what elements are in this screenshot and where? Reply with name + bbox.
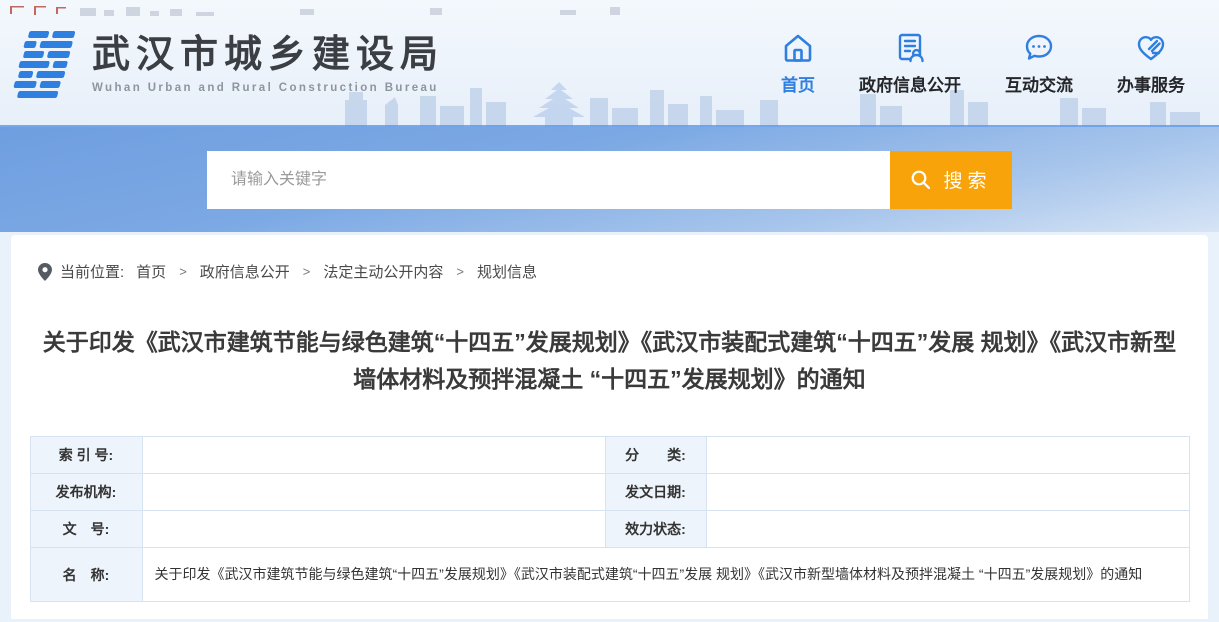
category-value bbox=[706, 437, 1189, 474]
search-input[interactable] bbox=[207, 151, 890, 209]
name-value: 关于印发《武汉市建筑节能与绿色建筑“十四五”发展规划》《武汉市装配式建筑“十四五… bbox=[142, 548, 1189, 602]
info-disclosure-icon bbox=[894, 32, 926, 64]
breadcrumb-separator: > bbox=[179, 264, 187, 279]
site-header: 武汉市城乡建设局 Wuhan Urban and Rural Construct… bbox=[0, 0, 1219, 127]
service-icon bbox=[1135, 32, 1167, 64]
name-label: 名 称: bbox=[30, 548, 142, 602]
nav-label: 政府信息公开 bbox=[859, 71, 961, 96]
validity-status-label: 效力状态: bbox=[605, 511, 706, 548]
nav-item-services[interactable]: 办事服务 bbox=[1117, 32, 1185, 96]
search-icon bbox=[910, 169, 931, 190]
validity-status-value bbox=[706, 511, 1189, 548]
document-number-label: 文 号: bbox=[30, 511, 142, 548]
nav-item-home[interactable]: 首页 bbox=[781, 32, 815, 96]
publish-date-value bbox=[706, 474, 1189, 511]
nav-item-info-disclosure[interactable]: 政府信息公开 bbox=[859, 32, 961, 96]
home-icon bbox=[782, 32, 814, 64]
document-info-table: 索 引 号: 分 类: 发布机构: 发文日期: 文 号: 效力状态: 名 称: … bbox=[30, 436, 1190, 602]
search-box: 搜索 bbox=[207, 151, 1012, 209]
nav-label: 互动交流 bbox=[1005, 71, 1073, 96]
search-button[interactable]: 搜索 bbox=[890, 151, 1012, 209]
search-button-label: 搜索 bbox=[943, 166, 991, 193]
breadcrumb: 当前位置: 首页 > 政府信息公开 > 法定主动公开内容 > 规划信息 bbox=[38, 261, 1208, 282]
category-label: 分 类: bbox=[605, 437, 706, 474]
document-number-value bbox=[142, 511, 605, 548]
breadcrumb-item-home[interactable]: 首页 bbox=[136, 261, 166, 282]
content-card: 当前位置: 首页 > 政府信息公开 > 法定主动公开内容 > 规划信息 关于印发… bbox=[11, 235, 1208, 619]
index-number-value bbox=[142, 437, 605, 474]
location-pin-icon bbox=[38, 263, 52, 281]
table-row: 文 号: 效力状态: bbox=[30, 511, 1189, 548]
breadcrumb-item-info-disclosure[interactable]: 政府信息公开 bbox=[200, 261, 290, 282]
breadcrumb-separator: > bbox=[456, 264, 464, 279]
index-number-label: 索 引 号: bbox=[30, 437, 142, 474]
nav-label: 办事服务 bbox=[1117, 71, 1185, 96]
site-title: 武汉市城乡建设局 bbox=[92, 33, 444, 77]
breadcrumb-item-planning-info[interactable]: 规划信息 bbox=[477, 261, 537, 282]
site-logo-area[interactable]: 武汉市城乡建设局 Wuhan Urban and Rural Construct… bbox=[12, 27, 444, 101]
breadcrumb-item-statutory-disclosure[interactable]: 法定主动公开内容 bbox=[323, 261, 443, 282]
interaction-icon bbox=[1023, 32, 1055, 64]
nav-label: 首页 bbox=[781, 71, 815, 96]
bureau-logo-icon bbox=[12, 29, 78, 101]
publish-date-label: 发文日期: bbox=[605, 474, 706, 511]
breadcrumb-prefix: 当前位置: bbox=[60, 261, 124, 282]
document-title: 关于印发《武汉市建筑节能与绿色建筑“十四五”发展规划》《武汉市装配式建筑“十四五… bbox=[35, 324, 1185, 398]
table-row: 名 称: 关于印发《武汉市建筑节能与绿色建筑“十四五”发展规划》《武汉市装配式建… bbox=[30, 548, 1189, 602]
table-row: 索 引 号: 分 类: bbox=[30, 437, 1189, 474]
publisher-label: 发布机构: bbox=[30, 474, 142, 511]
breadcrumb-separator: > bbox=[303, 264, 311, 279]
top-navigation: 首页 政府信息公开 互动交流 办事服务 bbox=[781, 32, 1185, 96]
site-title-english: Wuhan Urban and Rural Construction Burea… bbox=[92, 82, 444, 94]
nav-item-interaction[interactable]: 互动交流 bbox=[1005, 32, 1073, 96]
table-row: 发布机构: 发文日期: bbox=[30, 474, 1189, 511]
publisher-value bbox=[142, 474, 605, 511]
search-banner: 搜索 bbox=[0, 127, 1219, 232]
